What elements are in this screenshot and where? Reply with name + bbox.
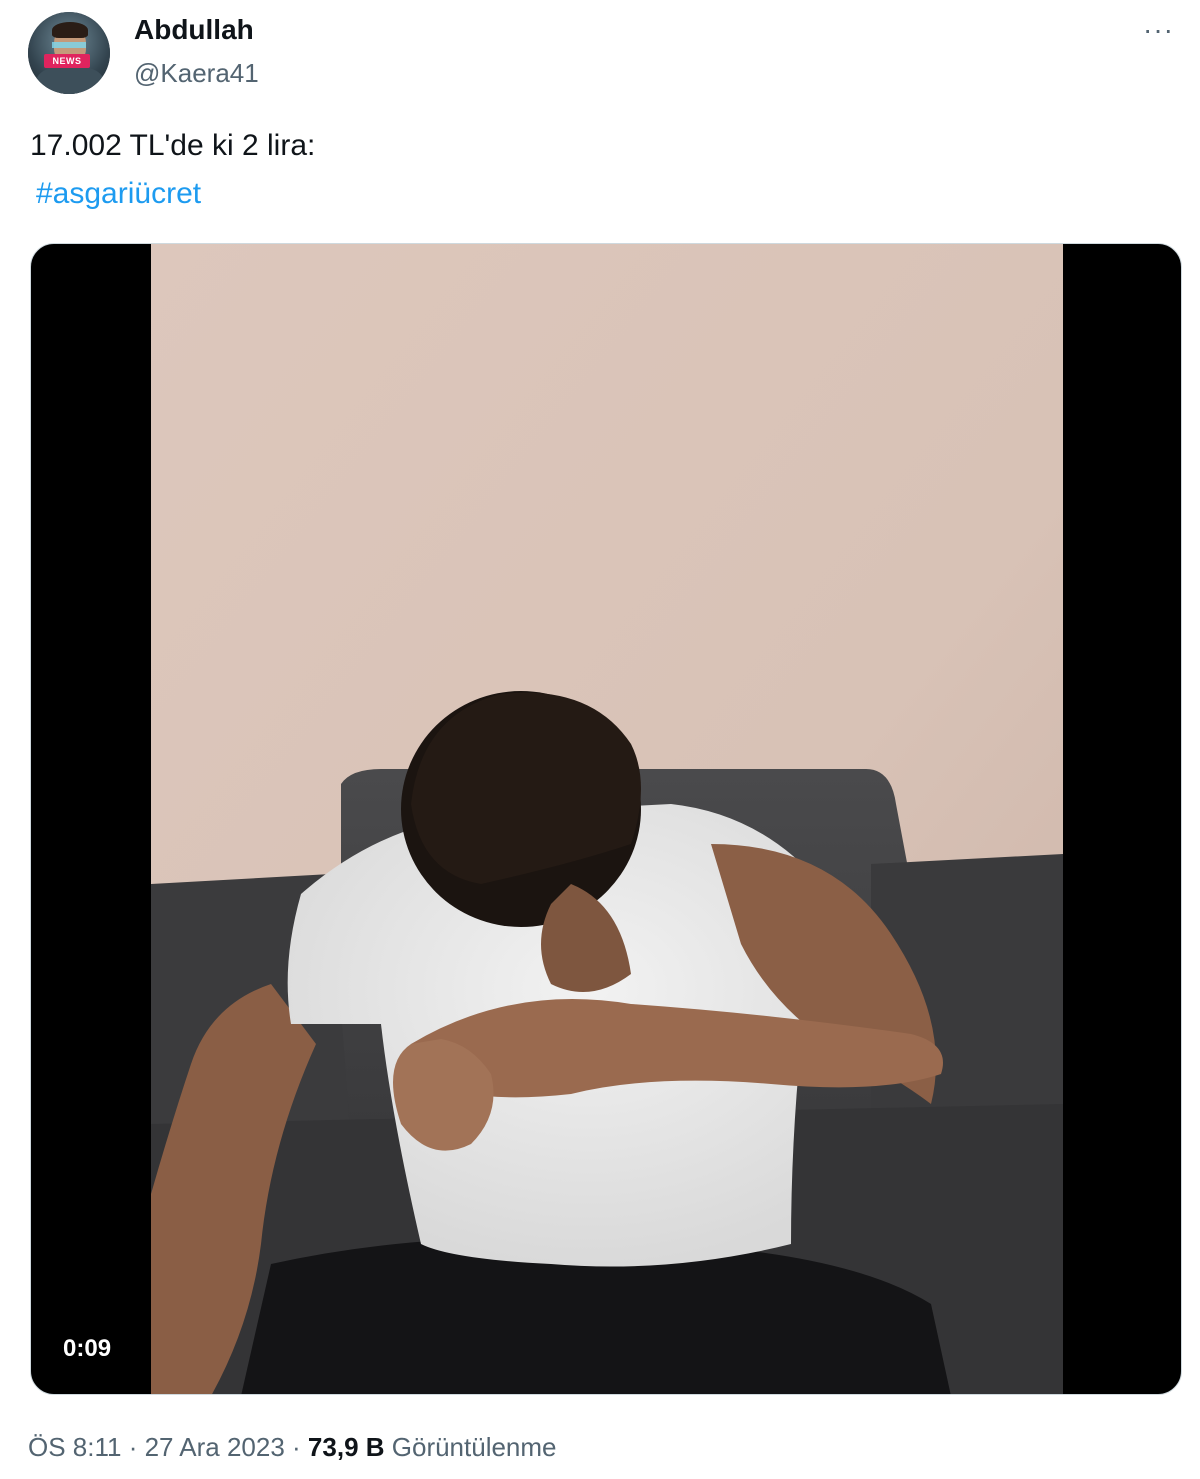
author-handle[interactable]: @Kaera41 xyxy=(134,58,259,89)
video-duration-badge: 0:09 xyxy=(53,1330,122,1368)
avatar[interactable]: NEWS xyxy=(28,12,110,94)
avatar-news-badge: NEWS xyxy=(44,54,90,68)
tweet-metadata: ÖS 8:11 · 27 Ara 2023 · 73,9 B Görüntüle… xyxy=(28,1432,557,1463)
separator: · xyxy=(284,1432,308,1462)
more-options-icon[interactable]: ··· xyxy=(1143,14,1174,46)
tweet-time[interactable]: ÖS 8:11 xyxy=(28,1432,121,1462)
avatar-glasses xyxy=(52,42,86,48)
separator: · xyxy=(121,1432,145,1462)
author-name[interactable]: Abdullah xyxy=(134,14,254,46)
video-frame[interactable] xyxy=(151,244,1063,1394)
tweet: NEWS Abdullah @Kaera41 ··· 17.002 TL'de … xyxy=(0,0,1200,1479)
video-thumbnail xyxy=(151,244,1063,1394)
tweet-text: 17.002 TL'de ki 2 lira: xyxy=(30,129,316,162)
views-label: Görüntülenme xyxy=(384,1432,557,1462)
hashtag-link[interactable]: #asgariücret xyxy=(36,176,201,212)
tweet-date[interactable]: 27 Ara 2023 xyxy=(145,1432,285,1462)
video-player[interactable]: 0:09 xyxy=(30,243,1182,1395)
views-count: 73,9 B xyxy=(307,1432,385,1462)
avatar-hair xyxy=(52,22,88,38)
avatar-shoulders xyxy=(36,66,104,94)
